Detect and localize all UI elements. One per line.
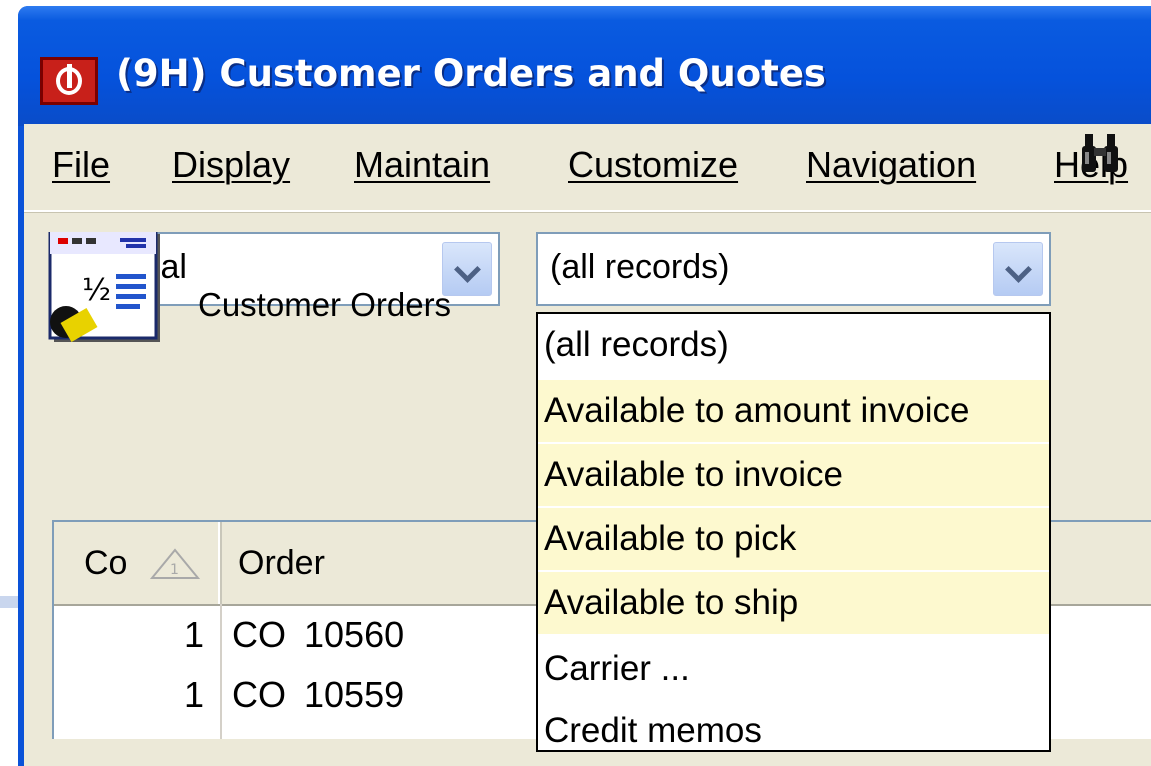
menu-customize[interactable]: Customize	[568, 144, 738, 186]
filter-combo[interactable]: (all records)	[536, 232, 1051, 306]
column-header-order[interactable]: Order	[222, 522, 542, 604]
dropdown-option-available-amount-invoice[interactable]: Available to amount invoice	[538, 380, 1049, 442]
customer-orders-label: Customer Orders	[198, 286, 452, 323]
menu-bar: File Display Maintain Customize Navigati…	[24, 124, 1151, 212]
filter-combo-value: (all records)	[550, 248, 730, 286]
cell-order-number: 10560	[304, 614, 405, 655]
title-bar[interactable]: (9H) Customer Orders and Quotes	[18, 6, 1151, 126]
column-header-order-label: Order	[238, 544, 325, 582]
dropdown-option-credit-memos[interactable]: Credit memos	[538, 700, 1049, 750]
dropdown-option-available-pick[interactable]: Available to pick	[538, 508, 1049, 570]
svg-text:½: ½	[82, 273, 111, 308]
column-header-co-label: Co	[84, 544, 128, 582]
dropdown-option-carrier[interactable]: Carrier ...	[538, 638, 1049, 700]
chevron-down-icon[interactable]	[993, 242, 1043, 296]
cell-order-type: CO	[232, 614, 286, 655]
menu-maintain[interactable]: Maintain	[354, 144, 490, 186]
filter-dropdown-list: (all records) Available to amount invoic…	[536, 312, 1051, 752]
column-header-co[interactable]: Co 1	[54, 522, 220, 604]
app-logo-icon[interactable]	[40, 57, 98, 105]
sort-order-text: 1	[170, 562, 179, 578]
cell-co: 1	[184, 674, 205, 715]
menu-display[interactable]: Display	[172, 144, 290, 186]
cell-order-number: 10559	[304, 674, 405, 715]
cell-order-type: CO	[232, 674, 286, 715]
dropdown-option-all-records[interactable]: (all records)	[538, 314, 1049, 376]
binoculars-icon[interactable]	[1080, 130, 1120, 176]
dropdown-option-available-invoice[interactable]: Available to invoice	[538, 444, 1049, 506]
sort-ascending-icon: 1	[150, 548, 200, 579]
customer-orders-icon: ½	[48, 232, 160, 343]
menu-navigation[interactable]: Navigation	[806, 144, 976, 186]
dropdown-option-available-ship[interactable]: Available to ship	[538, 572, 1049, 634]
cell-co: 1	[184, 614, 205, 655]
window-title: (9H) Customer Orders and Quotes	[116, 52, 826, 95]
menu-file[interactable]: File	[52, 144, 110, 186]
